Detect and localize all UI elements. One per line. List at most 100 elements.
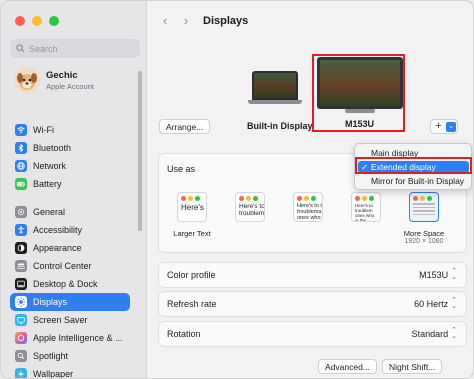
refresh-rate-label: Refresh rate bbox=[167, 299, 217, 309]
control-center-icon bbox=[15, 260, 27, 272]
refresh-rate-popup[interactable]: 60 Hertz ⌃ ⌄ bbox=[414, 297, 457, 310]
sidebar-item-battery[interactable]: Battery bbox=[10, 175, 130, 193]
sidebar-item-label: Displays bbox=[33, 297, 68, 307]
search-field[interactable] bbox=[10, 39, 140, 58]
screen-saver-icon bbox=[15, 314, 27, 326]
forward-chevron-icon[interactable]: › bbox=[179, 13, 193, 28]
external-display-label: M153U bbox=[345, 119, 375, 129]
advanced-button[interactable]: Advanced... bbox=[318, 359, 377, 374]
sidebar-item-label: Accessibility bbox=[33, 225, 83, 235]
builtin-display-icon[interactable] bbox=[248, 71, 302, 105]
thumb-label-more-space: More Space bbox=[403, 229, 445, 238]
resolution-option-4[interactable]: Here's to troublem ones who in the bbox=[351, 192, 381, 222]
sidebar-item-label: Wallpaper bbox=[33, 369, 74, 379]
apple-account[interactable]: Gechic Apple Account bbox=[14, 67, 94, 93]
minimize-button[interactable] bbox=[32, 16, 42, 26]
menu-item-mirror-builtin[interactable]: Mirror for Built-in Display bbox=[358, 175, 469, 187]
sidebar-item-label: Network bbox=[33, 161, 67, 171]
menu-item-label: Mirror for Built-in Display bbox=[371, 176, 465, 186]
avatar bbox=[14, 67, 40, 93]
sidebar-item-displays[interactable]: Displays bbox=[10, 293, 130, 311]
color-profile-value: M153U bbox=[419, 270, 449, 280]
chevron-down-icon[interactable]: ⌄ bbox=[446, 121, 456, 132]
color-profile-label: Color profile bbox=[167, 270, 216, 280]
use-as-title: Use as bbox=[167, 164, 196, 174]
rotation-label: Rotation bbox=[167, 329, 201, 339]
appearance-icon bbox=[15, 242, 27, 254]
sidebar-item-general[interactable]: General bbox=[10, 203, 130, 221]
refresh-rate-row[interactable]: Refresh rate 60 Hertz ⌃ ⌄ bbox=[158, 291, 467, 317]
thumb-sub-resolution: 1920 × 1080 bbox=[404, 238, 444, 245]
sidebar-item-appearance[interactable]: Appearance bbox=[10, 239, 130, 257]
sidebar-item-label: Apple Intelligence & ... bbox=[33, 333, 123, 343]
sidebar-group-connectivity: Wi-Fi Bluetooth Network Battery bbox=[10, 121, 130, 193]
accessibility-icon bbox=[15, 224, 27, 236]
sidebar-item-accessibility[interactable]: Accessibility bbox=[10, 221, 130, 239]
add-display-button[interactable]: + ⌄ bbox=[430, 119, 458, 134]
sidebar-item-desktop-dock[interactable]: Desktop & Dock bbox=[10, 275, 130, 293]
refresh-rate-value: 60 Hertz bbox=[414, 299, 449, 309]
sidebar-item-label: General bbox=[33, 207, 66, 217]
thumb-label-larger-text: Larger Text bbox=[173, 229, 211, 238]
sidebar-group-system: General Accessibility Appearance Control… bbox=[10, 203, 130, 379]
spotlight-icon bbox=[15, 350, 27, 362]
sidebar: Gechic Apple Account Wi-Fi Bluetooth bbox=[1, 1, 147, 379]
battery-icon bbox=[15, 178, 27, 190]
toolbar: ‹ › Displays bbox=[148, 1, 473, 43]
highlight-box-extended-display bbox=[355, 157, 472, 174]
bluetooth-icon bbox=[15, 142, 27, 154]
resolution-option-larger-text[interactable]: Here's bbox=[177, 192, 207, 222]
sidebar-scrollbar[interactable] bbox=[138, 71, 142, 231]
sidebar-item-label: Screen Saver bbox=[33, 315, 88, 325]
sidebar-item-network[interactable]: Network bbox=[10, 157, 130, 175]
globe-icon bbox=[15, 160, 27, 172]
search-icon bbox=[16, 44, 25, 53]
sidebar-item-label: Desktop & Dock bbox=[33, 279, 98, 289]
color-profile-row[interactable]: Color profile M153U ⌃ ⌄ bbox=[158, 262, 467, 288]
wallpaper-icon bbox=[15, 368, 27, 378]
sidebar-item-label: Wi-Fi bbox=[33, 125, 54, 135]
back-chevron-icon[interactable]: ‹ bbox=[158, 13, 172, 28]
display-arrangement: Arrange... Built-in Display M153U + ⌄ bbox=[148, 43, 473, 138]
up-down-chevron-icon: ⌃ ⌄ bbox=[451, 297, 457, 310]
sidebar-item-label: Appearance bbox=[33, 243, 82, 253]
color-profile-popup[interactable]: M153U ⌃ ⌄ bbox=[419, 268, 457, 281]
thumb-sample-text: Here's to troublem ones who in the bbox=[355, 203, 375, 222]
sidebar-item-bluetooth[interactable]: Bluetooth bbox=[10, 139, 130, 157]
night-shift-button[interactable]: Night Shift... bbox=[382, 359, 443, 374]
account-name: Gechic bbox=[46, 69, 78, 81]
sidebar-item-label: Spotlight bbox=[33, 351, 69, 361]
sidebar-item-control-center[interactable]: Control Center bbox=[10, 257, 130, 275]
sidebar-item-wifi[interactable]: Wi-Fi bbox=[10, 121, 130, 139]
plus-icon: + bbox=[435, 120, 442, 132]
search-input[interactable] bbox=[29, 43, 129, 54]
resolution-option-3[interactable]: Here's to t troublema ones who bbox=[293, 192, 323, 222]
gear-icon bbox=[15, 206, 27, 218]
thumb-sample-text: Here's to troublem bbox=[239, 203, 265, 217]
sidebar-item-spotlight[interactable]: Spotlight bbox=[10, 347, 130, 365]
up-down-chevron-icon: ⌃ ⌄ bbox=[451, 327, 457, 340]
sidebar-item-label: Bluetooth bbox=[33, 143, 72, 153]
zoom-button[interactable] bbox=[49, 16, 59, 26]
rotation-popup[interactable]: Standard ⌃ ⌄ bbox=[411, 327, 457, 340]
sidebar-item-label: Battery bbox=[33, 179, 62, 189]
page-title: Displays bbox=[203, 15, 249, 27]
sun-icon bbox=[15, 296, 27, 308]
main-pane: ‹ › Displays Arrange... Built-in Display… bbox=[148, 1, 473, 378]
close-button[interactable] bbox=[15, 16, 25, 26]
sidebar-item-apple-intelligence[interactable]: Apple Intelligence & ... bbox=[10, 329, 130, 347]
sidebar-item-wallpaper[interactable]: Wallpaper bbox=[10, 365, 130, 379]
resolution-options: Here's Larger Text Here's to troublem He… bbox=[169, 192, 459, 245]
up-down-chevron-icon: ⌃ ⌄ bbox=[451, 268, 457, 281]
sidebar-item-label: Control Center bbox=[33, 261, 92, 271]
dock-icon bbox=[15, 278, 27, 290]
rotation-row[interactable]: Rotation Standard ⌃ ⌄ bbox=[158, 321, 467, 347]
rotation-value: Standard bbox=[411, 329, 449, 339]
resolution-option-2[interactable]: Here's to troublem bbox=[235, 192, 265, 222]
arrange-button[interactable]: Arrange... bbox=[159, 119, 211, 134]
window-controls bbox=[15, 16, 59, 26]
resolution-option-more-space[interactable] bbox=[409, 192, 439, 222]
thumb-sample-text: Here's to t troublema ones who bbox=[297, 203, 322, 221]
builtin-display-label: Built-in Display bbox=[247, 121, 313, 131]
sidebar-item-screen-saver[interactable]: Screen Saver bbox=[10, 311, 130, 329]
